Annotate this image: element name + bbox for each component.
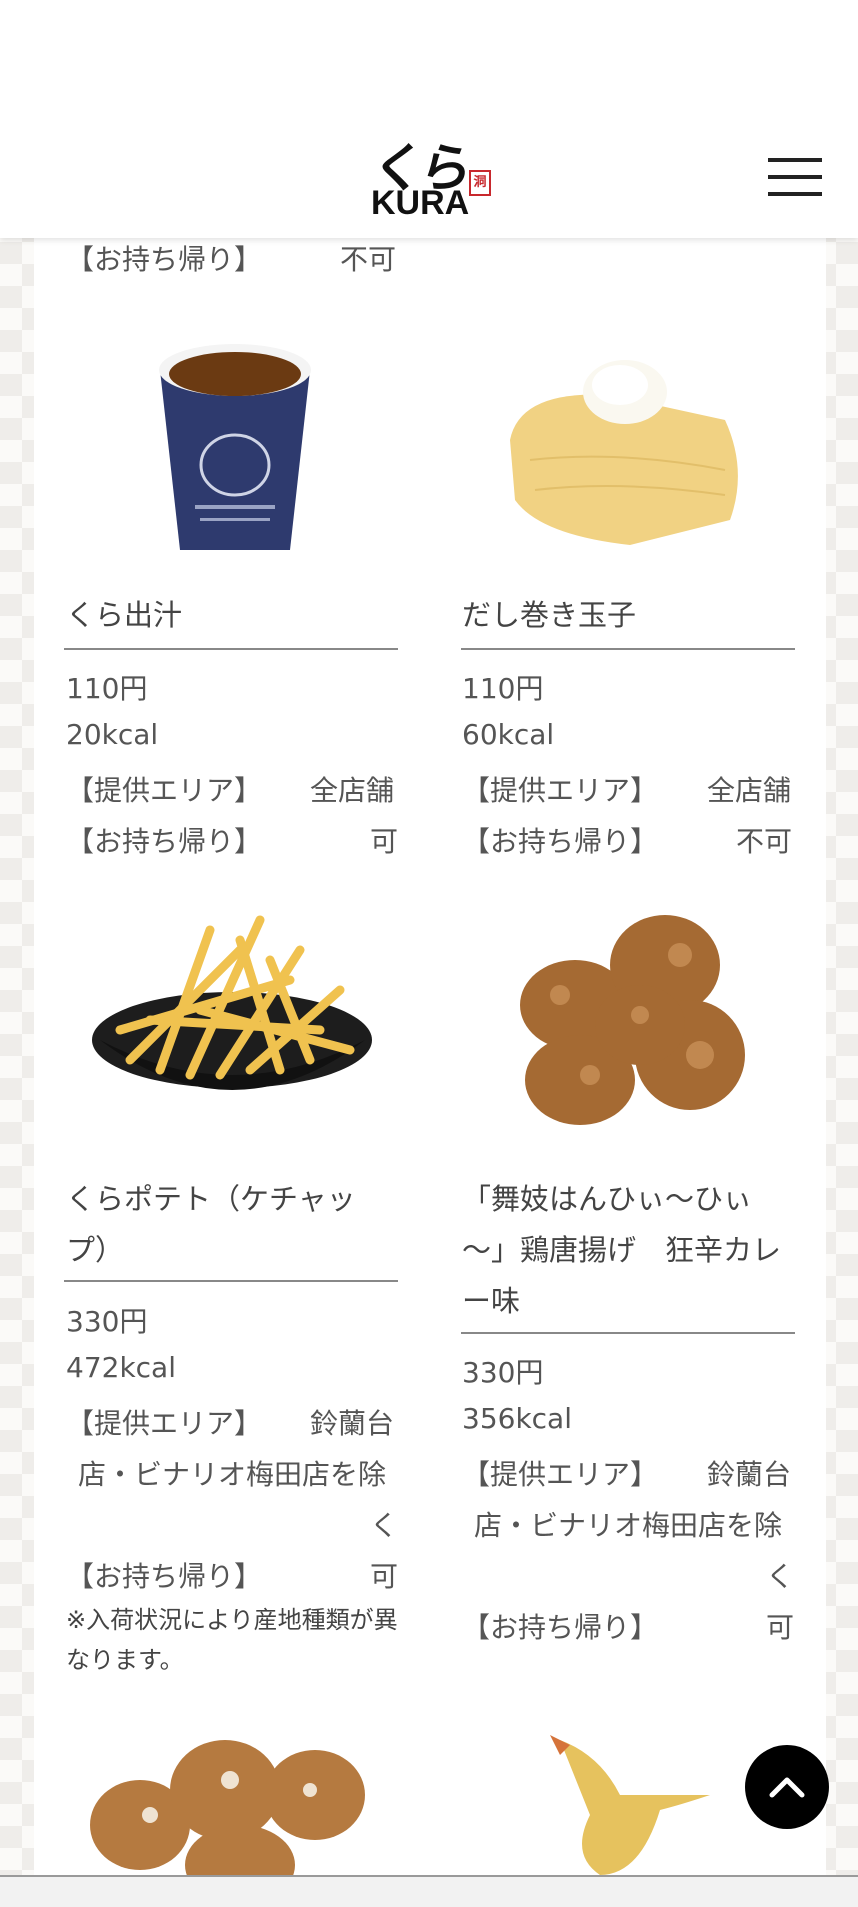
- kura-logo[interactable]: くら KURA 洞: [368, 132, 493, 224]
- kura-potato-image: [92, 915, 372, 1090]
- scroll-to-top-button[interactable]: [745, 1745, 829, 1829]
- area-value-1: 鈴蘭台: [707, 1458, 792, 1491]
- site-header: くら KURA 洞: [0, 0, 858, 238]
- item-divider: [64, 648, 398, 650]
- chevron-up-icon: [769, 1777, 805, 1798]
- takeout-label: 【お持ち帰り】: [462, 825, 659, 858]
- area-value: 全店舗: [707, 774, 792, 807]
- area-value-3: く: [766, 1560, 795, 1593]
- item-kcal: 356kcal: [462, 1402, 572, 1435]
- area-value-3: く: [370, 1509, 399, 1542]
- item-name-line3[interactable]: ー味: [462, 1276, 802, 1327]
- item-kcal: 60kcal: [462, 718, 555, 751]
- area-label: 【提供エリア】: [462, 774, 659, 807]
- item-divider: [64, 1280, 398, 1282]
- takeout-label: 【お持ち帰り】: [66, 1560, 263, 1593]
- takeout-value: 可: [766, 1611, 795, 1644]
- item-price: 110円: [66, 672, 148, 705]
- browser-bottom-bar: [0, 1877, 858, 1907]
- prev-takeout-value: 不可: [340, 243, 397, 276]
- area-label: 【提供エリア】: [66, 1407, 263, 1440]
- area-label: 【提供エリア】: [462, 1458, 659, 1491]
- item-price: 110円: [462, 672, 544, 705]
- item-kcal: 472kcal: [66, 1351, 176, 1384]
- item-name-line1[interactable]: くらポテト（ケチャッ: [66, 1174, 406, 1225]
- item-name[interactable]: くら出汁: [66, 590, 406, 641]
- dashi-cup-image: [159, 344, 311, 550]
- takeout-label: 【お持ち帰り】: [462, 1611, 659, 1644]
- karaage-image: [520, 915, 745, 1125]
- area-label: 【提供エリア】: [66, 774, 263, 807]
- next-item-ebi-tempura-image: [550, 1735, 710, 1875]
- area-value-1: 鈴蘭台: [310, 1407, 395, 1440]
- takeout-value: 可: [370, 825, 399, 858]
- item-kcal: 20kcal: [66, 718, 159, 751]
- prev-takeout-label: 【お持ち帰り】: [66, 243, 263, 276]
- takeout-value: 不可: [736, 825, 793, 858]
- dashimaki-tamago-image: [510, 360, 738, 545]
- item-name-line2[interactable]: プ）: [66, 1225, 406, 1276]
- hamburger-menu-icon[interactable]: [768, 156, 824, 198]
- item-divider: [461, 1332, 795, 1334]
- next-item-karaage-image: [90, 1740, 365, 1875]
- area-value-2: 店・ビナリオ梅田店を除: [78, 1458, 387, 1491]
- logo-stamp: 洞: [469, 170, 491, 196]
- item-price: 330円: [66, 1305, 148, 1338]
- item-name-line1[interactable]: 「舞妓はんひぃ〜ひぃ: [462, 1174, 802, 1225]
- logo-word: KURA: [371, 184, 470, 222]
- note-line1: ※入荷状況により産地種類が異: [66, 1606, 398, 1634]
- item-price: 330円: [462, 1356, 544, 1389]
- area-value-2: 店・ビナリオ梅田店を除: [474, 1509, 783, 1542]
- takeout-value: 可: [370, 1560, 399, 1593]
- takeout-label: 【お持ち帰り】: [66, 825, 263, 858]
- item-name[interactable]: だし巻き玉子: [462, 590, 802, 641]
- area-value: 全店舗: [310, 774, 395, 807]
- item-name-line2[interactable]: 〜」鶏唐揚げ 狂辛カレ: [462, 1225, 802, 1276]
- item-divider: [461, 648, 795, 650]
- note-line2: なります。: [66, 1646, 184, 1674]
